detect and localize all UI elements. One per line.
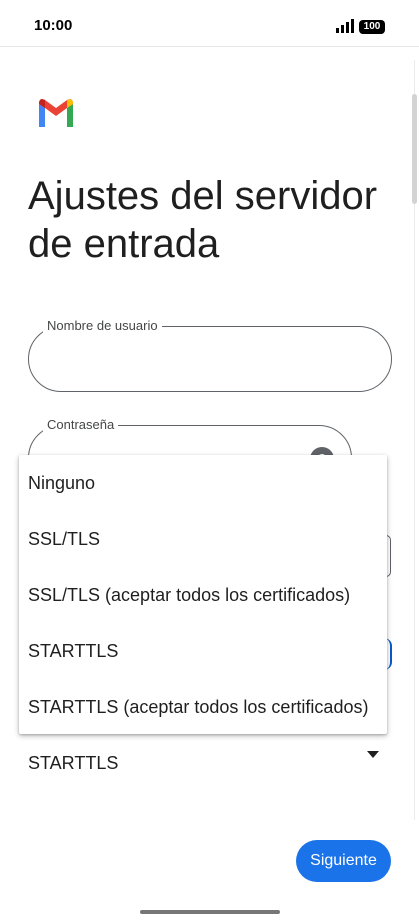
dropdown-option-starttls-all-certs[interactable]: STARTTLS (aceptar todos los certificados…	[28, 696, 368, 718]
top-divider	[0, 46, 419, 47]
signal-icon	[336, 19, 354, 33]
gmail-logo-icon	[39, 99, 73, 127]
dropdown-option-starttls[interactable]: STARTTLS	[28, 640, 118, 662]
page-title: Ajustes del servidor de entrada	[28, 174, 378, 266]
status-bar: 10:00 100	[0, 0, 419, 50]
username-field[interactable]: Nombre de usuario	[28, 318, 392, 392]
dropdown-option-ssl-tls[interactable]: SSL/TLS	[28, 528, 100, 550]
password-label: Contraseña	[43, 417, 119, 433]
status-time: 10:00	[34, 17, 73, 34]
dropdown-option-ssl-tls-all-certs[interactable]: SSL/TLS (aceptar todos los certificados)	[28, 584, 350, 606]
next-button[interactable]: Siguiente	[296, 840, 391, 882]
scrollbar[interactable]	[412, 94, 417, 204]
caret-down-icon[interactable]	[367, 751, 379, 759]
home-indicator[interactable]	[140, 910, 280, 914]
username-label: Nombre de usuario	[43, 318, 162, 334]
security-type-select[interactable]: STARTTLS	[28, 752, 118, 774]
battery-icon: 100	[359, 20, 385, 34]
security-dropdown-menu: Ninguno SSL/TLS SSL/TLS (aceptar todos l…	[19, 455, 387, 734]
dropdown-option-ninguno[interactable]: Ninguno	[28, 472, 95, 494]
